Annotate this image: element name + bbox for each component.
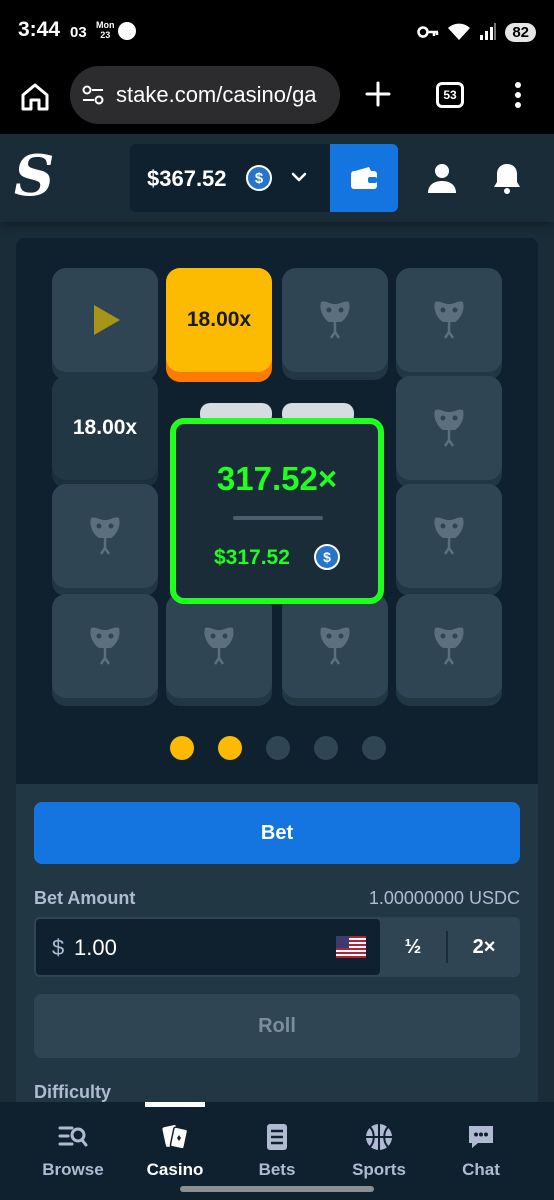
double-bet-button[interactable]: 2× bbox=[448, 917, 520, 977]
tile-hidden[interactable] bbox=[52, 484, 158, 588]
more-vert-icon[interactable] bbox=[508, 80, 528, 110]
nav-label: Bets bbox=[258, 1160, 296, 1179]
status-icons: 82 bbox=[417, 20, 536, 44]
tile-hidden[interactable] bbox=[396, 594, 502, 698]
snake-icon bbox=[434, 517, 464, 555]
wallet-balance-selector[interactable]: $367.52 $ bbox=[130, 144, 330, 212]
usdc-coin-icon: $ bbox=[246, 165, 272, 191]
bet-amount-value: 1.00 bbox=[74, 935, 117, 960]
progress-dot bbox=[218, 736, 242, 760]
wallet-icon bbox=[351, 167, 377, 189]
stake-logo[interactable]: S bbox=[14, 144, 54, 208]
signal-icon bbox=[480, 23, 497, 40]
tile-start[interactable] bbox=[52, 268, 158, 372]
progress-dot bbox=[314, 736, 338, 760]
win-result-popup: 317.52× $317.52 $ bbox=[170, 418, 384, 604]
status-time: 3:44 bbox=[18, 18, 61, 41]
currency-symbol: $ bbox=[52, 935, 65, 960]
status-day: Mon 23 bbox=[96, 20, 115, 40]
progress-dot bbox=[170, 736, 194, 760]
tile-hidden[interactable] bbox=[396, 268, 502, 372]
tile-hidden[interactable] bbox=[166, 594, 272, 698]
app-header: S $367.52 $ bbox=[0, 134, 554, 222]
nav-label: Chat bbox=[462, 1160, 500, 1179]
snake-icon bbox=[90, 627, 120, 665]
win-multiplier: 317.52× bbox=[216, 460, 338, 497]
snake-icon bbox=[434, 301, 464, 339]
bet-button[interactable]: Bet bbox=[34, 802, 520, 864]
home-icon[interactable] bbox=[20, 82, 50, 112]
progress-dot bbox=[266, 736, 290, 760]
bet-amount-group: $ 1.00 ½ 2× bbox=[34, 917, 520, 977]
bet-amount-input[interactable]: $ 1.00 bbox=[36, 919, 380, 975]
roll-button[interactable]: Roll bbox=[34, 994, 520, 1058]
tile-hidden[interactable] bbox=[282, 594, 388, 698]
tile-hidden[interactable] bbox=[396, 376, 502, 480]
tile-multiplier-label: 18.00x bbox=[72, 416, 138, 439]
tab-count-button[interactable]: 53 bbox=[436, 82, 464, 108]
win-amount: $317.52 bbox=[214, 546, 290, 569]
browser-toolbar: stake.com/casino/ga 53 bbox=[0, 62, 554, 134]
wifi-icon bbox=[448, 23, 471, 40]
key-icon bbox=[417, 26, 439, 38]
snake-icon bbox=[434, 409, 464, 447]
bet-amount-crypto: 1.00000000 USDC bbox=[368, 888, 520, 908]
tile-revealed-multiplier[interactable]: 18.00x bbox=[52, 376, 158, 480]
snakes-game-board: 18.00x 18.00x 317.52× $317.52 $ bbox=[16, 238, 538, 784]
snake-icon bbox=[320, 627, 350, 665]
divider bbox=[233, 516, 323, 520]
bet-controls-panel: Bet Bet Amount 1.00000000 USDC $ 1.00 ½ … bbox=[16, 784, 538, 1104]
status-day-top: Mon bbox=[96, 20, 115, 30]
gesture-bar[interactable] bbox=[180, 1186, 374, 1192]
tile-hidden[interactable] bbox=[282, 268, 388, 372]
nav-label: Browse bbox=[42, 1160, 104, 1179]
nav-item-browse[interactable]: Browse bbox=[22, 1102, 124, 1200]
tile-hidden[interactable] bbox=[52, 594, 158, 698]
casino-icon bbox=[162, 1125, 189, 1150]
bet-amount-label: Bet Amount bbox=[34, 888, 136, 908]
nav-label: Casino bbox=[146, 1160, 204, 1179]
progress-dot bbox=[362, 736, 386, 760]
usdc-coin-icon: $ bbox=[314, 544, 340, 570]
sports-icon bbox=[366, 1124, 392, 1150]
snake-icon bbox=[204, 627, 234, 665]
wallet-button[interactable] bbox=[330, 144, 398, 212]
status-day-bottom: 23 bbox=[100, 30, 111, 40]
battery-badge: 82 bbox=[505, 22, 536, 42]
chevron-down-icon bbox=[291, 172, 307, 182]
bets-icon bbox=[267, 1124, 287, 1150]
difficulty-label: Difficulty bbox=[34, 1082, 112, 1102]
tile-hidden[interactable] bbox=[396, 484, 502, 588]
balance-amount: $367.52 bbox=[147, 166, 227, 191]
plus-icon[interactable] bbox=[364, 80, 392, 108]
user-icon[interactable] bbox=[426, 162, 458, 194]
notification-icon bbox=[118, 22, 136, 40]
status-bar: 3:44 03 Mon 23 82 bbox=[0, 0, 554, 62]
half-bet-button[interactable]: ½ bbox=[380, 917, 446, 977]
play-icon bbox=[94, 305, 120, 335]
status-date: 03 bbox=[70, 24, 87, 41]
nav-label: Sports bbox=[352, 1160, 406, 1179]
tile-multiplier-label: 18.00x bbox=[186, 308, 252, 331]
bell-icon[interactable] bbox=[492, 162, 522, 194]
snake-icon bbox=[434, 627, 464, 665]
url-text: stake.com/casino/ga bbox=[116, 82, 317, 107]
address-bar[interactable]: stake.com/casino/ga bbox=[70, 66, 340, 124]
browse-icon bbox=[58, 1126, 88, 1147]
snake-icon bbox=[90, 517, 120, 555]
chat-icon bbox=[469, 1126, 493, 1148]
site-settings-icon[interactable] bbox=[82, 85, 104, 105]
tile-gold-multiplier[interactable]: 18.00x bbox=[166, 268, 272, 372]
snake-icon bbox=[320, 301, 350, 339]
nav-item-chat[interactable]: Chat bbox=[430, 1102, 532, 1200]
us-flag-icon bbox=[336, 936, 366, 958]
